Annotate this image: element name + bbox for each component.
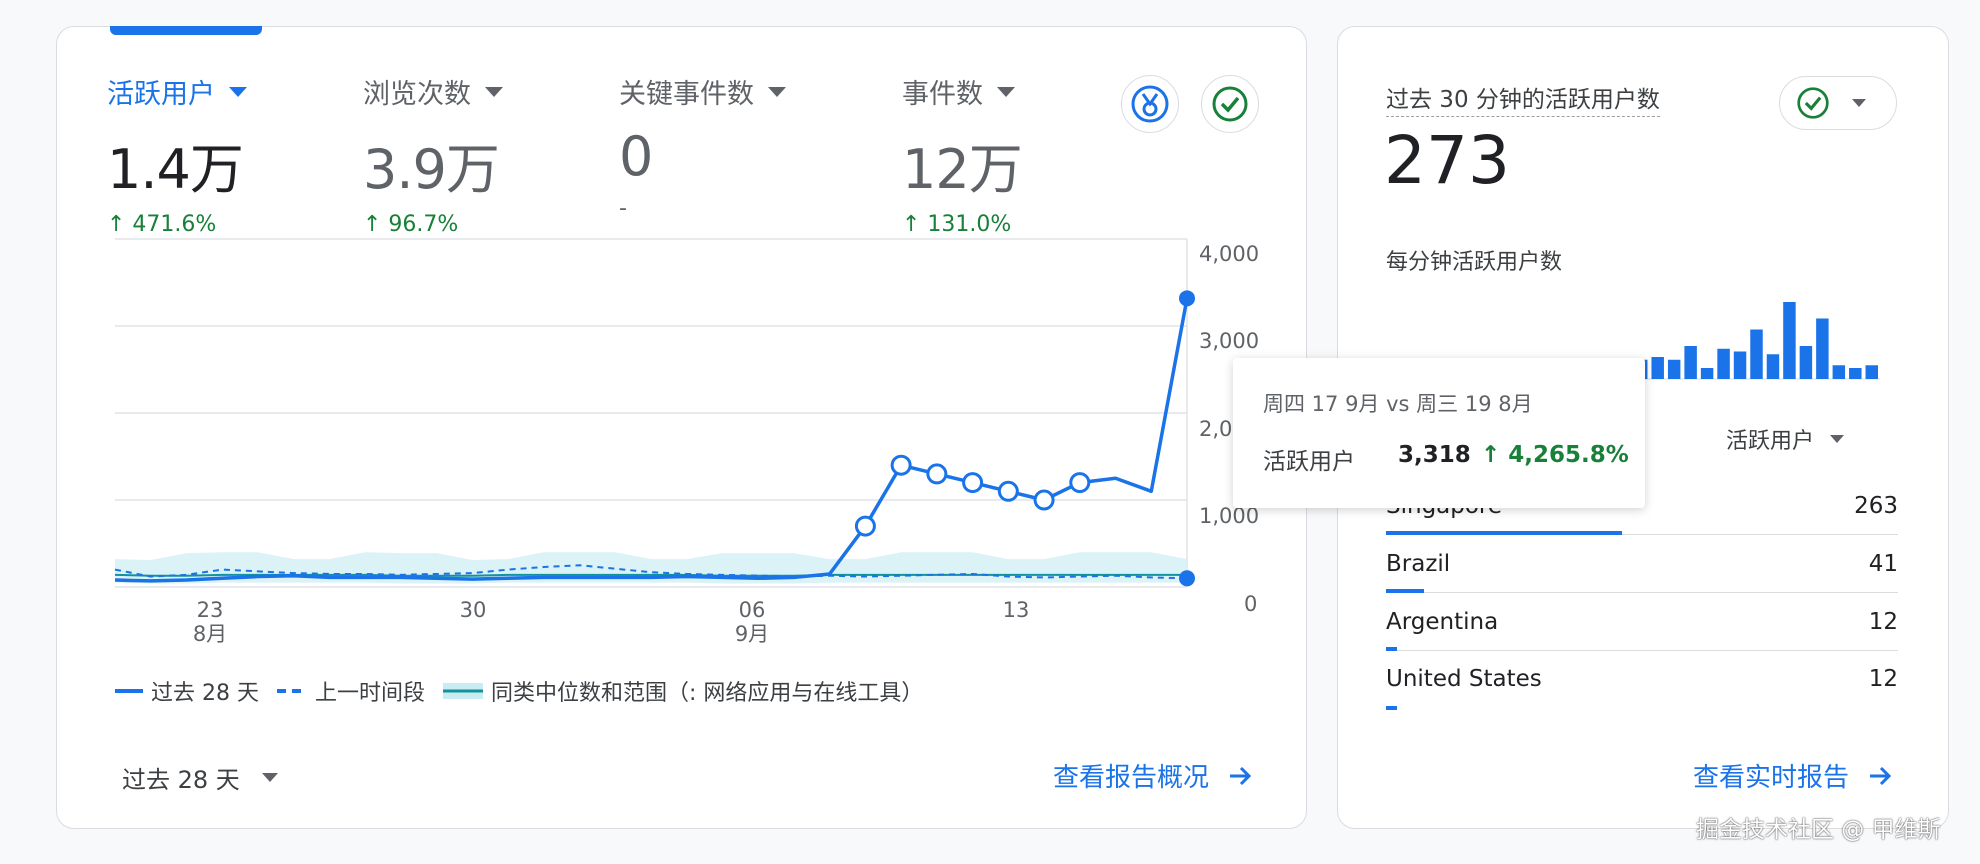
per-minute-bar: [1750, 329, 1763, 379]
per-minute-bar-chart: [1386, 302, 1880, 380]
per-minute-bar: [1700, 368, 1714, 379]
arrow-right-icon: [1870, 766, 1892, 785]
tooltip-label: 活跃用户: [1263, 449, 1355, 475]
tooltip-date: 周四 17 9月 vs 周三 19 8月: [1263, 392, 1533, 416]
table-row[interactable]: Argentina 12: [1386, 609, 1898, 667]
view-realtime-report-link[interactable]: 查看实时报告: [1693, 757, 1893, 794]
per-minute-bar: [1717, 348, 1730, 379]
table-row[interactable]: Brazil 41: [1386, 551, 1898, 609]
chart-tooltip: 周四 17 9月 vs 周三 19 8月 活跃用户 3,318 ↑ 4,265.…: [1233, 358, 1645, 508]
per-minute-bar: [1816, 318, 1829, 379]
share-bar: [1386, 647, 1398, 651]
per-minute-bar: [1651, 357, 1664, 379]
column-header-select[interactable]: 活跃用户: [1726, 423, 1845, 455]
tooltip-change: ↑ 4,265.8%: [1481, 442, 1629, 468]
watermark: 掘金技术社区 @ 甲维斯: [1696, 817, 1941, 843]
per-minute-bar: [1766, 354, 1780, 379]
per-minute-bar: [1865, 365, 1878, 379]
tooltip-value: 3,318: [1398, 442, 1471, 468]
per-minute-bar: [1783, 302, 1796, 379]
share-bar: [1386, 531, 1622, 535]
share-bar: [1386, 589, 1424, 593]
per-minute-bar: [1733, 351, 1747, 379]
per-minute-bar: [1684, 346, 1697, 379]
caret-down-icon: [1830, 435, 1845, 443]
per-minute-bar: [1667, 359, 1681, 379]
share-bar: [1386, 706, 1398, 710]
per-minute-bar: [1832, 365, 1846, 379]
per-minute-bar: [1799, 346, 1813, 379]
table-row[interactable]: United States 12: [1386, 666, 1898, 724]
per-minute-bar: [1849, 368, 1862, 379]
